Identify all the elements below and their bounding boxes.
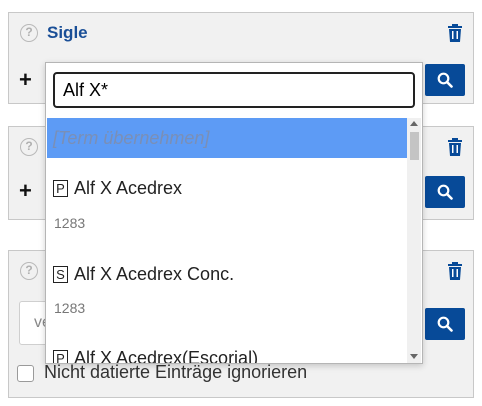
sigle-search-input[interactable] bbox=[53, 72, 415, 108]
badge-icon: P bbox=[53, 180, 68, 197]
search-icon bbox=[437, 72, 453, 88]
search-icon bbox=[437, 316, 453, 332]
ignore-undated-checkbox[interactable] bbox=[17, 365, 34, 382]
help-icon[interactable]: ? bbox=[20, 262, 38, 280]
plus-icon[interactable]: + bbox=[19, 180, 32, 202]
trash-icon[interactable] bbox=[447, 138, 463, 156]
option-label: Alf X Acedrex Conc. bbox=[74, 264, 235, 284]
option-count: 1283 bbox=[54, 300, 86, 316]
search-icon bbox=[437, 184, 453, 200]
dropdown-scrollbar[interactable] bbox=[407, 118, 421, 363]
search-button[interactable] bbox=[425, 308, 465, 340]
scrollbar-thumb[interactable] bbox=[410, 132, 419, 160]
dropdown-option[interactable]: S Alf X Acedrex Conc. bbox=[53, 264, 234, 285]
help-icon[interactable]: ? bbox=[20, 138, 38, 156]
option-label: Alf X Acedrex(Escorial) bbox=[74, 348, 259, 364]
panel-title: Sigle bbox=[47, 23, 88, 42]
option-count: 1283 bbox=[54, 215, 86, 231]
search-button[interactable] bbox=[425, 176, 465, 208]
trash-icon[interactable] bbox=[447, 24, 463, 42]
search-button[interactable] bbox=[425, 64, 465, 96]
option-term-uebernehmen[interactable]: [Term übernehmen] bbox=[47, 118, 407, 158]
autocomplete-dropdown: [Term übernehmen] PAlf X Acedrex 1283 SA… bbox=[45, 62, 423, 364]
badge-icon: S bbox=[53, 266, 68, 283]
scroll-down-icon[interactable] bbox=[410, 354, 418, 359]
badge-icon: P bbox=[53, 350, 68, 363]
dropdown-option[interactable]: P Alf X Acedrex(Escorial) bbox=[53, 348, 259, 364]
trash-icon[interactable] bbox=[447, 262, 463, 280]
option-label: Alf X Acedrex bbox=[74, 178, 183, 198]
dropdown-option[interactable]: P Alf X Acedrex bbox=[53, 178, 182, 199]
ignore-undated-label[interactable]: Nicht datierte Einträge ignorieren bbox=[44, 362, 307, 383]
plus-icon[interactable]: + bbox=[19, 69, 32, 91]
help-icon[interactable]: ? bbox=[20, 24, 38, 42]
scroll-up-icon[interactable] bbox=[410, 121, 418, 126]
